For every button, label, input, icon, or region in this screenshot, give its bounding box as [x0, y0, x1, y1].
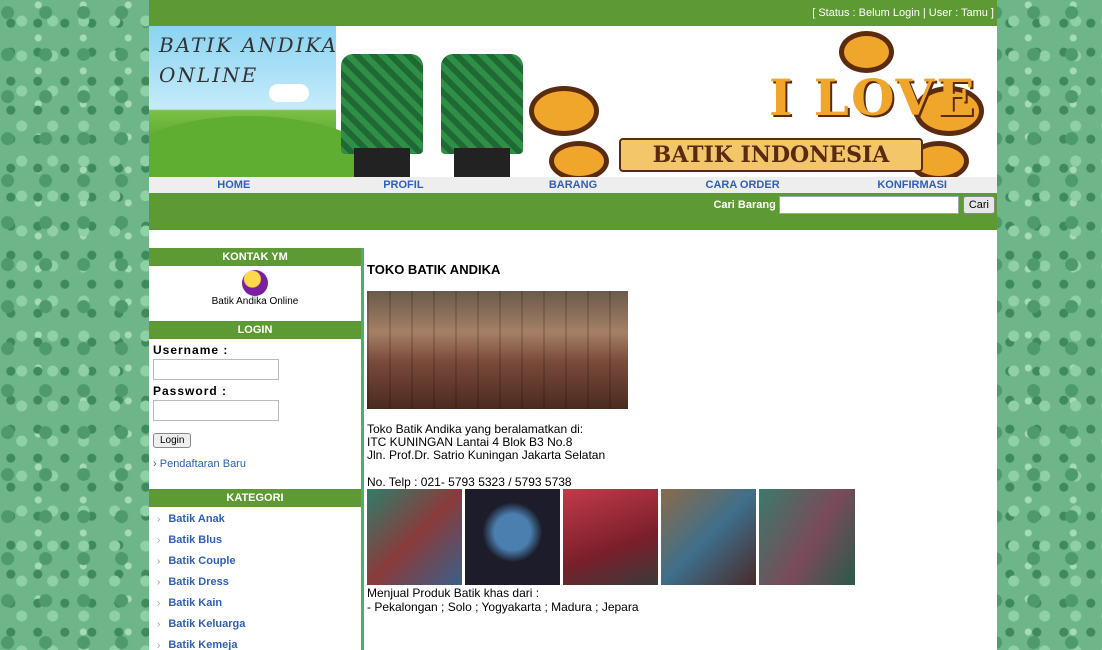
page-title: TOKO BATIK ANDIKA	[367, 262, 501, 277]
origin-line: Menjual Produk Batik khas dari :	[367, 586, 540, 600]
category-link[interactable]: Batik Anak	[168, 513, 224, 525]
yahoo-messenger-icon[interactable]	[242, 270, 268, 296]
product-photo-strip	[367, 489, 987, 585]
product-photo	[759, 489, 855, 585]
chevron-right-icon: ›	[157, 640, 161, 650]
product-photo	[465, 489, 560, 585]
category-link[interactable]: Batik Dress	[168, 576, 229, 588]
chevron-right-icon: ›	[153, 458, 157, 470]
chevron-right-icon: ›	[157, 556, 161, 567]
address-line: Jln. Prof.Dr. Satrio Kuningan Jakarta Se…	[367, 448, 606, 462]
status-bar: [ Status : Belum Login | User : Tamu ]	[149, 0, 997, 26]
category-link[interactable]: Batik Keluarga	[168, 618, 245, 630]
chevron-right-icon: ›	[157, 619, 161, 630]
site-logo: BATIK ANDIKA ONLINE	[159, 33, 339, 87]
chevron-right-icon: ›	[157, 577, 161, 588]
username-label: Username :	[153, 343, 229, 357]
search-label: Cari Barang	[713, 199, 776, 211]
page-container: [ Status : Belum Login | User : Tamu ] B…	[149, 0, 997, 650]
product-origin-text: Menjual Produk Batik khas dari : - Pekal…	[367, 586, 987, 614]
batik-shirt-image	[341, 54, 423, 154]
contact-heading: KONTAK YM	[149, 248, 361, 266]
category-item: › Batik Couple	[157, 551, 361, 572]
login-form: Username : Password : Login › Pendaftara…	[149, 339, 361, 489]
ym-label: Batik Andika Online	[211, 296, 299, 307]
category-link[interactable]: Batik Couple	[168, 555, 235, 567]
product-photo	[661, 489, 756, 585]
main-nav: HOME PROFIL BARANG CARA ORDER KONFIRMASI	[149, 177, 997, 193]
mega-mendung-swirl-icon	[839, 31, 894, 73]
category-item: › Batik Dress	[157, 572, 361, 593]
store-interior-photo	[367, 291, 628, 409]
nav-cara-order[interactable]: CARA ORDER	[658, 177, 828, 193]
category-link[interactable]: Batik Blus	[168, 534, 222, 546]
nav-konfirmasi[interactable]: KONFIRMASI	[827, 177, 997, 193]
nav-barang[interactable]: BARANG	[488, 177, 658, 193]
header-banner: BATIK ANDIKA ONLINE I LOVE BATIK INDONES…	[149, 26, 997, 177]
search-input[interactable]	[778, 196, 959, 214]
search-bar: Cari Barang Cari	[149, 193, 997, 230]
password-field[interactable]	[153, 400, 279, 421]
category-link[interactable]: Batik Kemeja	[168, 639, 237, 650]
sidebar: KONTAK YM Batik Andika Online LOGIN User…	[149, 248, 364, 650]
username-field[interactable]	[153, 359, 279, 380]
search-button[interactable]: Cari	[962, 196, 995, 214]
password-label: Password :	[153, 384, 228, 398]
batik-blouse-image	[441, 54, 523, 154]
product-photo	[563, 489, 658, 585]
yahoo-messenger-box: Batik Andika Online	[149, 270, 361, 321]
mega-mendung-swirl-icon	[529, 86, 599, 136]
store-address: Toko Batik Andika yang beralamatkan di: …	[367, 423, 987, 462]
nav-profil[interactable]: PROFIL	[319, 177, 489, 193]
status-text: [ Status : Belum Login | User : Tamu ]	[812, 7, 994, 19]
category-item: › Batik Kemeja	[157, 635, 361, 650]
chevron-right-icon: ›	[157, 514, 161, 525]
category-item: › Batik Keluarga	[157, 614, 361, 635]
chevron-right-icon: ›	[157, 535, 161, 546]
register-link-label: Pendaftaran Baru	[159, 458, 246, 470]
batik-indonesia-ribbon: BATIK INDONESIA	[619, 138, 923, 172]
product-photo	[367, 489, 462, 585]
category-heading: KATEGORI	[149, 489, 361, 507]
chevron-right-icon: ›	[157, 598, 161, 609]
category-item: › Batik Blus	[157, 530, 361, 551]
category-link[interactable]: Batik Kain	[168, 597, 222, 609]
trousers-image	[354, 148, 410, 177]
mega-mendung-swirl-icon	[549, 141, 609, 177]
main-content: TOKO BATIK ANDIKA Toko Batik Andika yang…	[367, 262, 987, 614]
trousers-image	[454, 148, 510, 177]
login-button[interactable]: Login	[153, 433, 192, 448]
i-love-text: I LOVE	[769, 68, 977, 127]
category-list: › Batik Anak › Batik Blus › Batik Couple › B…	[149, 507, 361, 650]
register-link[interactable]: › Pendaftaran Baru	[153, 458, 357, 470]
nav-home[interactable]: HOME	[149, 177, 319, 193]
login-heading: LOGIN	[149, 321, 361, 339]
category-item: › Batik Anak	[157, 509, 361, 530]
origin-line: - Pekalongan ; Solo ; Yogyakarta ; Madur…	[367, 600, 639, 614]
category-item: › Batik Kain	[157, 593, 361, 614]
phone-number: No. Telp : 021- 5793 5323 / 5793 5738	[367, 475, 572, 489]
